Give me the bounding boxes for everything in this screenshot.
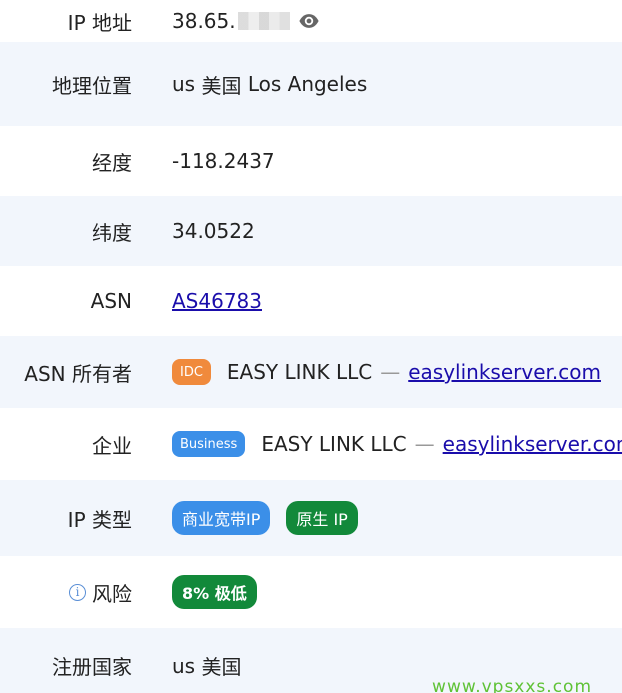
value-company: Business EASY LINK LLC — easylinkserver.…: [172, 431, 622, 457]
label-risk: i 风险: [0, 577, 132, 607]
row-ip-type: IP 类型 商业宽带IP 原生 IP: [0, 480, 622, 556]
business-badge: Business: [172, 431, 246, 457]
value-geolocation: us 美国 Los Angeles: [172, 70, 367, 99]
asn-owner-name: EASY LINK LLC: [226, 360, 373, 384]
value-ip-address: 38.65.: [172, 9, 320, 33]
row-ip-address: IP 地址 38.65.: [0, 0, 622, 42]
row-registered-country: 注册国家 us 美国 www.vpsxxs.com: [0, 628, 622, 693]
country-code: us: [172, 653, 196, 678]
asn-link[interactable]: AS46783: [172, 289, 262, 313]
value-registered-country: us 美国: [172, 651, 241, 680]
label-ip-address: IP 地址: [67, 10, 132, 35]
company-name: EASY LINK LLC: [261, 432, 407, 456]
value-asn: AS46783: [172, 289, 262, 313]
value-longitude: -118.2437: [172, 149, 275, 173]
separator-dash: —: [380, 360, 401, 384]
ip-info-table: IP 地址 38.65. 地理位置 us 美国 Los Angeles 经度 -…: [0, 0, 622, 693]
row-risk: i 风险 8% 极低: [0, 556, 622, 628]
row-company: 企业 Business EASY LINK LLC — easylinkserv…: [0, 408, 622, 480]
value-risk: 8% 极低: [172, 575, 257, 609]
label-latitude: 纬度: [92, 220, 132, 245]
value-latitude: 34.0522: [172, 219, 255, 243]
separator-dash: —: [414, 432, 435, 456]
label-company: 企业: [92, 433, 132, 458]
label-risk-text: 风险: [92, 581, 132, 606]
label-asn: ASN: [90, 289, 132, 313]
commercial-broadband-badge: 商业宽带IP: [172, 501, 271, 535]
native-ip-badge: 原生 IP: [286, 501, 358, 535]
value-asn-owner: IDC EASY LINK LLC — easylinkserver.com: [172, 359, 601, 385]
asn-owner-domain-link[interactable]: easylinkserver.com: [408, 360, 601, 384]
label-ip-type: IP 类型: [67, 507, 132, 532]
company-domain-link[interactable]: easylinkserver.com: [443, 432, 622, 456]
row-geolocation: 地理位置 us 美国 Los Angeles: [0, 42, 622, 126]
country-name: 美国: [201, 655, 242, 679]
label-registered-country: 注册国家: [52, 655, 132, 679]
ip-masked-segment: [237, 12, 290, 30]
city-name: Los Angeles: [247, 72, 368, 96]
info-icon[interactable]: i: [69, 583, 86, 601]
row-asn: ASN AS46783: [0, 266, 622, 336]
watermark: www.vpsxxs.com: [432, 677, 592, 693]
risk-badge: 8% 极低: [172, 575, 257, 609]
country-name: 美国: [201, 73, 242, 98]
ip-address-text: 38.65.: [172, 9, 236, 33]
label-asn-owner: ASN 所有者: [24, 361, 132, 386]
country-code: us: [172, 72, 196, 96]
row-latitude: 纬度 34.0522: [0, 196, 622, 266]
idc-badge: IDC: [172, 359, 211, 385]
row-asn-owner: ASN 所有者 IDC EASY LINK LLC — easylinkserv…: [0, 336, 622, 408]
value-ip-type: 商业宽带IP 原生 IP: [172, 501, 358, 535]
eye-icon[interactable]: [298, 10, 320, 32]
row-longitude: 经度 -118.2437: [0, 126, 622, 196]
label-longitude: 经度: [92, 150, 132, 175]
label-geolocation: 地理位置: [52, 73, 132, 98]
